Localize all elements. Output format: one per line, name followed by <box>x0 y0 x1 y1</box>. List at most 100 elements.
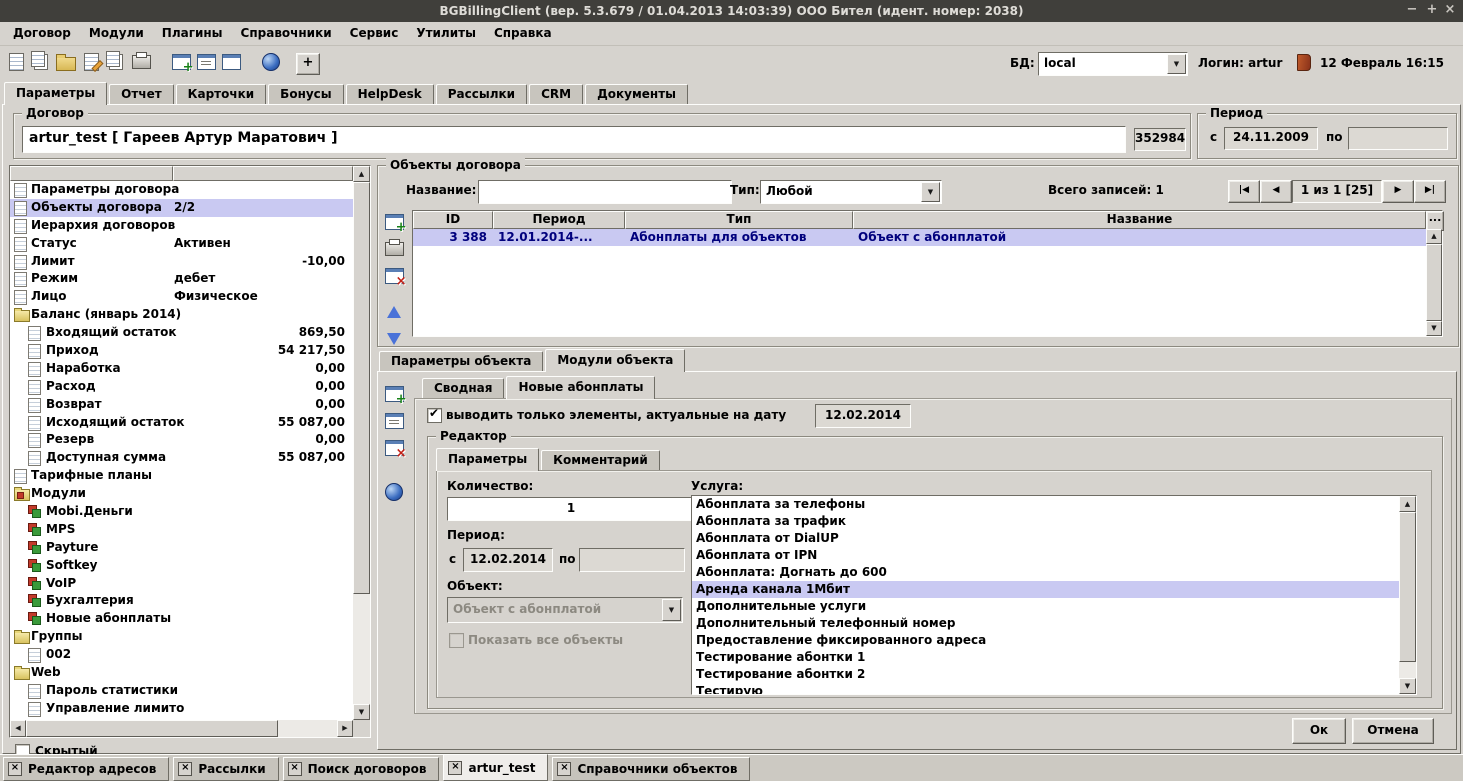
main-tab-5[interactable]: Рассылки <box>436 84 527 104</box>
editor-object-select[interactable]: Объект с абонплатой ▼ <box>447 597 683 623</box>
button-add-window[interactable] <box>169 50 193 74</box>
cancel-button[interactable]: Отмена <box>1352 718 1434 744</box>
service-item[interactable]: Тестирование абонтки 2 <box>692 666 1399 683</box>
tree-horizontal-scrollbar[interactable]: ◀ ▶ <box>10 720 353 737</box>
button-copy-document[interactable] <box>29 50 53 74</box>
tree-item[interactable]: СтатусАктивен <box>10 235 353 253</box>
scroll-down-icon[interactable]: ▼ <box>353 704 370 720</box>
service-item[interactable]: Абонплата за трафик <box>692 513 1399 530</box>
button-documents[interactable] <box>104 50 128 74</box>
tree-item[interactable]: Пароль статистики <box>10 682 353 700</box>
scroll-right-icon[interactable]: ▶ <box>337 720 353 737</box>
chevron-down-icon[interactable]: ▼ <box>1167 54 1186 74</box>
period-to-field[interactable] <box>1348 127 1448 150</box>
editor-tab-1[interactable]: Комментарий <box>541 450 660 470</box>
menu-item-4[interactable]: Сервис <box>341 22 408 45</box>
tree-item[interactable]: Новые абонплаты <box>10 610 353 628</box>
main-tab-6[interactable]: CRM <box>529 84 583 104</box>
close-tab-icon[interactable]: × <box>288 762 302 776</box>
tree-item[interactable]: Payture <box>10 539 353 557</box>
scroll-down-icon[interactable]: ▼ <box>1399 678 1416 694</box>
service-item[interactable]: Абонплата от DialUP <box>692 530 1399 547</box>
button-print-row[interactable] <box>382 237 406 261</box>
button-notes-window[interactable] <box>194 50 218 74</box>
scroll-up-icon[interactable]: ▲ <box>353 166 370 182</box>
taskbar-tab-3[interactable]: ×artur_test <box>443 754 548 781</box>
taskbar-tab-2[interactable]: ×Поиск договоров <box>283 757 440 781</box>
tree-item[interactable]: Softkey <box>10 557 353 575</box>
db-select[interactable]: local ▼ <box>1038 52 1188 76</box>
service-vertical-scrollbar[interactable]: ▲ ▼ <box>1399 496 1416 694</box>
logout-door-icon[interactable] <box>1297 54 1311 71</box>
main-tab-2[interactable]: Карточки <box>176 84 267 104</box>
taskbar-tab-1[interactable]: ×Рассылки <box>173 757 278 781</box>
menu-item-6[interactable]: Справка <box>485 22 561 45</box>
filter-checkbox[interactable] <box>427 408 442 423</box>
last-page-button[interactable]: ▶| <box>1414 180 1446 203</box>
tree-item[interactable]: Тарифные планы <box>10 467 353 485</box>
maximize-button[interactable]: + <box>1423 0 1441 22</box>
menu-item-0[interactable]: Договор <box>4 22 80 45</box>
tree-item[interactable]: Баланс (январь 2014) <box>10 306 353 324</box>
object-name-input[interactable] <box>478 180 732 204</box>
close-button[interactable]: × <box>1441 0 1459 22</box>
tree-item[interactable]: Расход0,00 <box>10 378 353 396</box>
module-tab-1[interactable]: Новые абонплаты <box>506 376 655 399</box>
service-item[interactable]: Абонплата от IPN <box>692 547 1399 564</box>
tree-item[interactable]: Доступная сумма55 087,00 <box>10 449 353 467</box>
button-new-document[interactable] <box>4 50 28 74</box>
service-item[interactable]: Дополнительный телефонный номер <box>692 615 1399 632</box>
scrollbar-thumb[interactable] <box>1426 244 1442 321</box>
add-toolbar-button[interactable]: + <box>296 53 320 75</box>
tree-item[interactable]: Web <box>10 664 353 682</box>
object-tab-1[interactable]: Модули объекта <box>545 349 685 372</box>
chevron-down-icon[interactable]: ▼ <box>921 182 940 202</box>
close-tab-icon[interactable]: × <box>557 762 571 776</box>
editor-tab-0[interactable]: Параметры <box>436 448 539 471</box>
tree-item[interactable]: Бухгалтерия <box>10 592 353 610</box>
tree-item[interactable]: Управление лимито <box>10 700 353 718</box>
show-all-checkbox[interactable] <box>449 633 464 648</box>
main-tab-7[interactable]: Документы <box>585 84 688 104</box>
scroll-up-icon[interactable]: ▲ <box>1399 496 1416 512</box>
tree-item[interactable]: Объекты договора2/2 <box>10 199 353 217</box>
button-edit-item[interactable] <box>382 409 406 433</box>
button-add-item[interactable] <box>382 382 406 406</box>
main-tab-1[interactable]: Отчет <box>109 84 174 104</box>
taskbar-tab-4[interactable]: ×Справочники объектов <box>552 757 750 781</box>
period-from-field[interactable]: 24.11.2009 <box>1224 127 1318 150</box>
column-config-button[interactable]: ... <box>1426 211 1444 231</box>
button-delete-row[interactable] <box>382 264 406 288</box>
button-move-down[interactable] <box>382 327 406 351</box>
tree-item[interactable]: Параметры договора <box>10 181 353 199</box>
service-item[interactable]: Предоставление фиксированного адреса <box>692 632 1399 649</box>
service-item[interactable]: Абонплата: Догнать до 600 <box>692 564 1399 581</box>
quantity-input[interactable]: 1 <box>447 497 695 521</box>
scrollbar-thumb[interactable] <box>26 720 278 737</box>
next-page-button[interactable]: ▶ <box>1382 180 1414 203</box>
column-header-3[interactable]: Название <box>853 211 1426 229</box>
ok-button[interactable]: Ок <box>1292 718 1346 744</box>
button-open-folder[interactable] <box>54 50 78 74</box>
button-refresh[interactable] <box>382 480 406 504</box>
scroll-down-icon[interactable]: ▼ <box>1426 321 1442 336</box>
filter-date-field[interactable]: 12.02.2014 <box>815 404 911 428</box>
scrollbar-thumb[interactable] <box>1399 512 1416 662</box>
tree-item[interactable]: Исходящий остаток55 087,00 <box>10 414 353 432</box>
menu-item-3[interactable]: Справочники <box>232 22 341 45</box>
tree-item[interactable]: Mobi.Деньги <box>10 503 353 521</box>
service-item[interactable]: Аренда канала 1Мбит <box>692 581 1399 598</box>
column-header-0[interactable]: ID <box>413 211 493 229</box>
chevron-down-icon[interactable]: ▼ <box>662 599 681 621</box>
menu-item-2[interactable]: Плагины <box>153 22 232 45</box>
service-item[interactable]: Тестирую <box>692 683 1399 694</box>
close-tab-icon[interactable]: × <box>178 762 192 776</box>
menu-item-5[interactable]: Утилиты <box>407 22 485 45</box>
tree-item[interactable]: Приход54 217,50 <box>10 342 353 360</box>
object-type-select[interactable]: Любой ▼ <box>760 180 942 204</box>
tree-item[interactable]: Режимдебет <box>10 270 353 288</box>
minimize-button[interactable]: − <box>1403 0 1421 22</box>
column-header-1[interactable]: Период <box>493 211 625 229</box>
scrollbar-thumb[interactable] <box>353 182 370 594</box>
tree-item[interactable]: ЛицоФизическое <box>10 288 353 306</box>
